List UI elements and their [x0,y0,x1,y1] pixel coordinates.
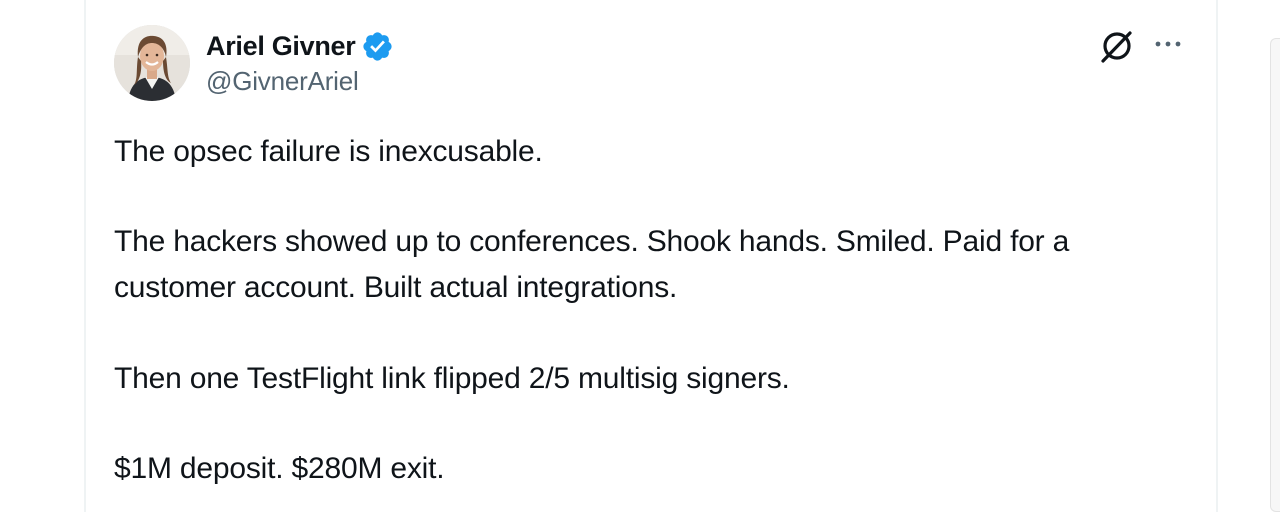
page: Ariel Givner @GivnerAriel The opsec fail… [0,0,1280,512]
tweet-paragraph-3: Then one TestFlight link flipped 2/5 mul… [114,362,790,395]
tweet-paragraph-2-line-2: customer account. Built actual integrati… [114,271,678,304]
tweet-paragraph-1: The opsec failure is inexcusable. [114,135,543,168]
tweet-paragraph-4: $1M deposit. $280M exit. [114,452,445,485]
verified-badge-icon[interactable] [361,30,394,63]
author-handle[interactable]: @GivnerAriel [206,66,359,97]
profile-photo [114,25,190,101]
author-display-name[interactable]: Ariel Givner [206,31,356,62]
tweet-paragraph-2-line-1: The hackers showed up to conferences. Sh… [114,225,1070,258]
more-options-icon[interactable] [1150,30,1186,58]
grok-icon[interactable] [1097,26,1137,66]
scrollbar[interactable] [1270,38,1280,512]
left-margin [0,0,84,512]
avatar[interactable] [114,25,190,101]
author-name-row[interactable]: Ariel Givner [206,28,394,64]
